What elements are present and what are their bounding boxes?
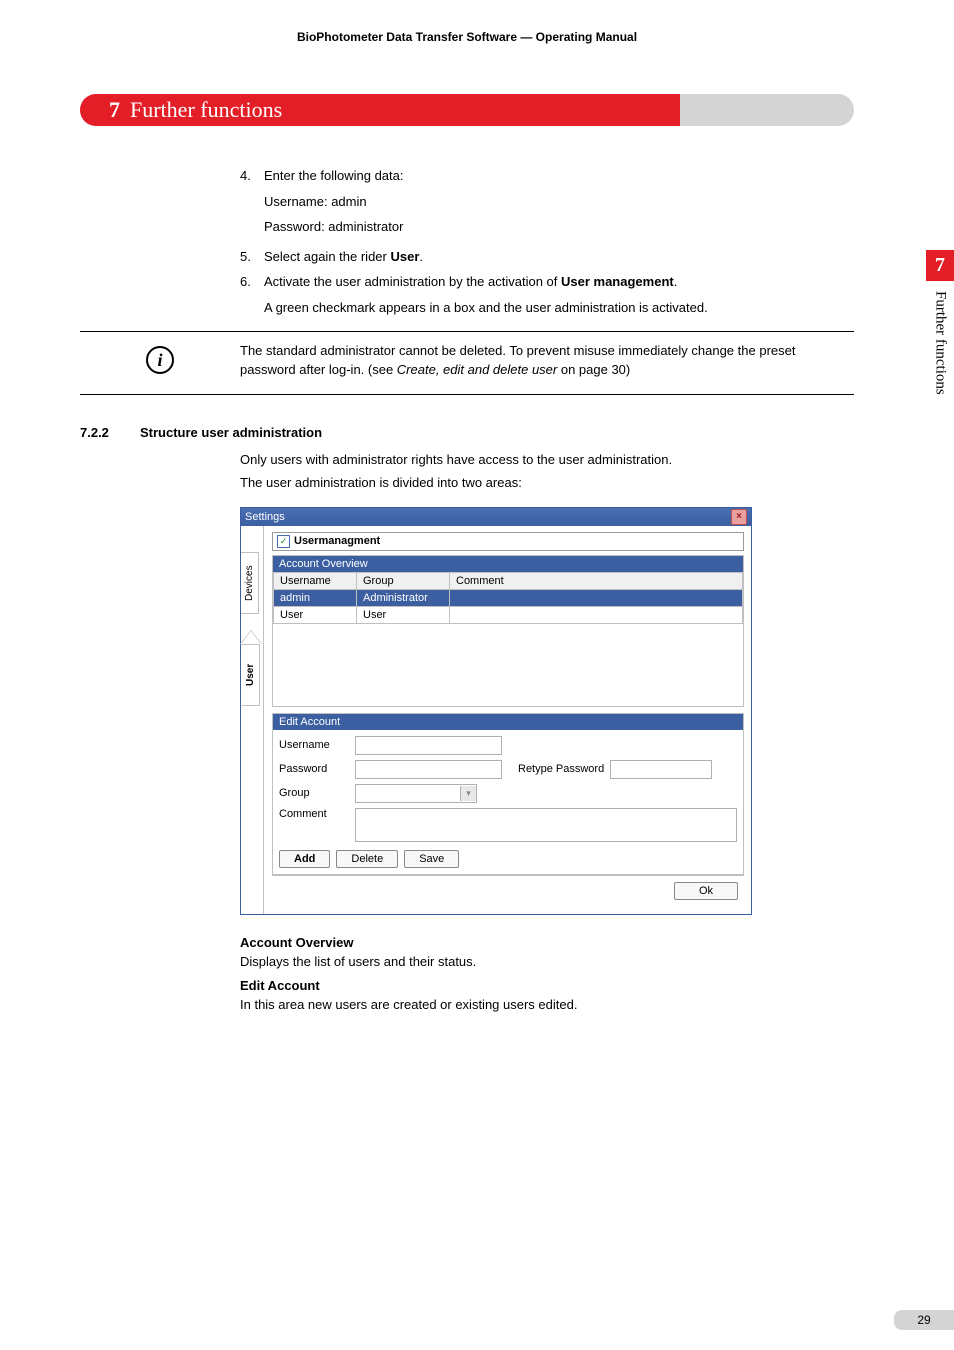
desc-text: Displays the list of users and their sta… (240, 952, 854, 972)
settings-dialog-screenshot: Settings × Devices User ✓ Usermanagment … (240, 507, 752, 915)
step-number: 4. (240, 166, 264, 186)
thumb-index: 7 Further functions (926, 250, 954, 395)
section-number: 7.2.2 (80, 425, 140, 440)
username-field[interactable] (355, 736, 502, 755)
section-title: Structure user administration (140, 425, 322, 440)
add-button[interactable]: Add (279, 850, 330, 868)
step-text: Activate the user administration by the … (264, 272, 854, 292)
step-6: 6. Activate the user administration by t… (240, 272, 854, 292)
checkbox-checked-icon[interactable]: ✓ (277, 535, 290, 548)
step-4: 4. Enter the following data: (240, 166, 854, 186)
text-part: on page 30) (557, 362, 630, 377)
cell-group: Administrator (357, 589, 450, 606)
cell-username: User (274, 606, 357, 623)
section-heading: 7.2.2 Structure user administration (80, 425, 854, 440)
dialog-titlebar: Settings × (241, 508, 751, 526)
step-number: 5. (240, 247, 264, 267)
ok-button[interactable]: Ok (674, 882, 738, 900)
text-part: . (419, 249, 423, 264)
panel-header: Edit Account (273, 714, 743, 730)
step-4-sub2: Password: administrator (264, 217, 854, 237)
label-username: Username (279, 739, 349, 751)
checkbox-label: Usermanagment (294, 535, 380, 547)
info-text: The standard administrator cannot be del… (240, 342, 854, 380)
step-5: 5. Select again the rider User. (240, 247, 854, 267)
text-part: Activate the user administration by the … (264, 274, 561, 289)
label-comment: Comment (279, 808, 349, 820)
separator (80, 394, 854, 395)
tab-user[interactable]: User (241, 644, 260, 706)
text-bold: User management (561, 274, 674, 289)
usermanagement-toggle[interactable]: ✓ Usermanagment (272, 532, 744, 551)
desc-heading: Edit Account (240, 976, 854, 996)
step-text: Select again the rider User. (264, 247, 854, 267)
table-header-row: Username Group Comment (274, 572, 743, 589)
chapter-banner: 7 Further functions (80, 94, 854, 126)
tab-devices[interactable]: Devices (241, 552, 259, 614)
cell-username: admin (274, 589, 357, 606)
password-field[interactable] (355, 760, 502, 779)
col-comment[interactable]: Comment (450, 572, 743, 589)
cell-comment (450, 589, 743, 606)
step-text: Enter the following data: (264, 166, 854, 186)
running-header: BioPhotometer Data Transfer Software — O… (80, 30, 854, 44)
dialog-title: Settings (245, 511, 285, 523)
tab-flag-icon (240, 630, 262, 644)
page-number: 29 (894, 1310, 954, 1330)
thumb-label: Further functions (932, 281, 949, 395)
label-password: Password (279, 763, 349, 775)
vertical-tabs: Devices User (241, 526, 264, 914)
table-row[interactable]: admin Administrator (274, 589, 743, 606)
text-part: Select again the rider (264, 249, 390, 264)
desc-heading: Account Overview (240, 933, 854, 953)
chevron-down-icon: ▾ (460, 786, 476, 801)
panel-header: Account Overview (273, 556, 743, 572)
table-row[interactable]: User User (274, 606, 743, 623)
cell-group: User (357, 606, 450, 623)
comment-field[interactable] (355, 808, 737, 842)
col-group[interactable]: Group (357, 572, 450, 589)
cross-ref: Create, edit and delete user (397, 362, 557, 377)
edit-account-panel: Edit Account Username Password Retype Pa… (272, 713, 744, 875)
cell-comment (450, 606, 743, 623)
desc-text: In this area new users are created or ex… (240, 995, 854, 1015)
step-number: 6. (240, 272, 264, 292)
accounts-table: Username Group Comment admin Administrat… (273, 572, 743, 624)
group-select[interactable]: ▾ (355, 784, 477, 803)
label-retype-password: Retype Password (518, 763, 604, 775)
info-note: i The standard administrator cannot be d… (80, 342, 854, 380)
text-bold: User (390, 249, 419, 264)
col-username[interactable]: Username (274, 572, 357, 589)
retype-password-field[interactable] (610, 760, 712, 779)
chapter-number: 7 (80, 97, 130, 123)
account-overview-panel: Account Overview Username Group Comment … (272, 555, 744, 707)
step-4-sub1: Username: admin (264, 192, 854, 212)
info-icon: i (146, 346, 174, 374)
close-icon[interactable]: × (731, 509, 747, 525)
delete-button[interactable]: Delete (336, 850, 398, 868)
step-6-sub: A green checkmark appears in a box and t… (264, 298, 854, 318)
thumb-number: 7 (926, 250, 954, 281)
chapter-title: Further functions (130, 97, 282, 123)
text-part: . (674, 274, 678, 289)
save-button[interactable]: Save (404, 850, 459, 868)
label-group: Group (279, 787, 349, 799)
paragraph: The user administration is divided into … (240, 473, 854, 493)
separator (80, 331, 854, 332)
paragraph: Only users with administrator rights hav… (240, 450, 854, 470)
